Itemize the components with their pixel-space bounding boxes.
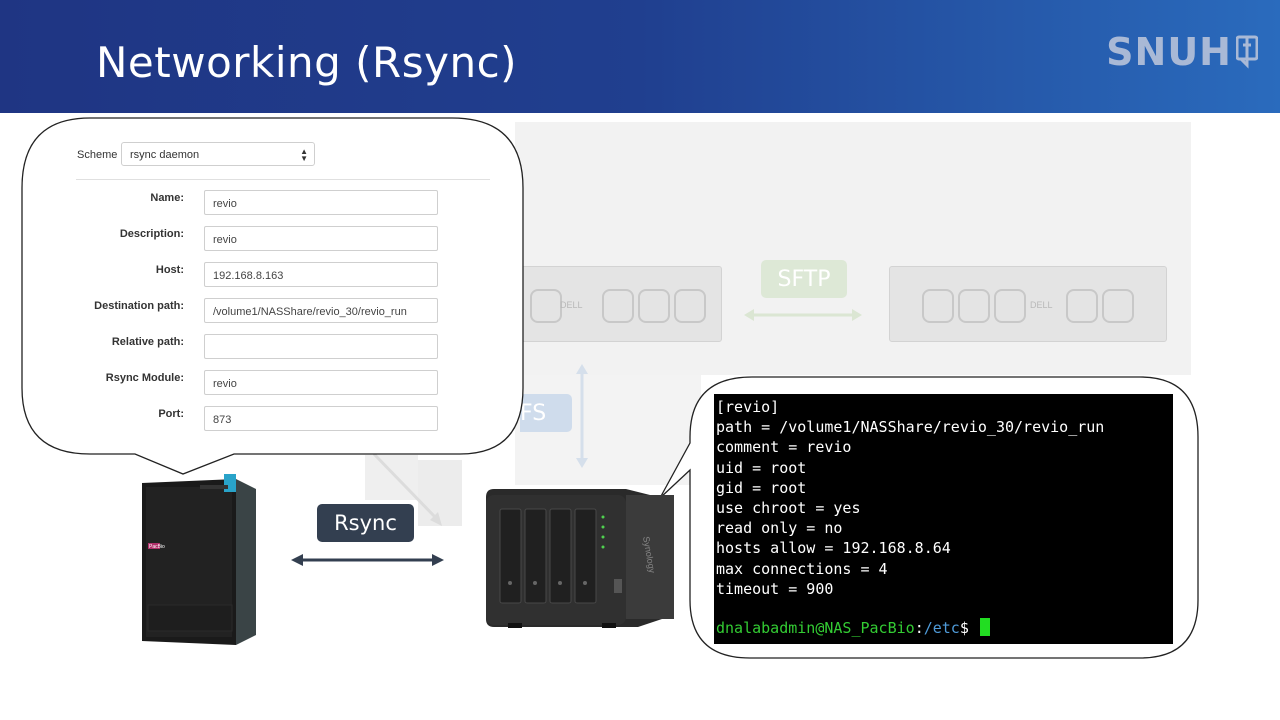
hex-vent-icon: [1102, 289, 1134, 323]
scheme-select-value: rsync daemon: [130, 149, 200, 161]
form-divider: [76, 179, 490, 180]
rsync-module-label: Rsync Module:: [105, 372, 184, 384]
snuh-logo: SNUH: [1106, 30, 1258, 74]
prompt-user: dnalabadmin@NAS_PacBio: [716, 619, 915, 637]
faded-server-right: DELL: [889, 266, 1167, 342]
destination-path-input[interactable]: /volume1/NASShare/revio_30/revio_run: [204, 298, 438, 323]
description-label: Description:: [119, 228, 184, 240]
server-brand-label: DELL: [560, 300, 583, 310]
select-caret-icon: ▲ ▼: [300, 147, 308, 163]
prompt-colon: :: [914, 619, 924, 637]
scheme-label: Scheme: [77, 149, 118, 161]
port-input[interactable]: 873: [204, 406, 438, 431]
hex-vent-icon: [674, 289, 706, 323]
port-label: Port:: [158, 408, 184, 420]
hex-vent-icon: [994, 289, 1026, 323]
faded-server-left: DELL: [515, 266, 722, 342]
rsync-module-input[interactable]: revio: [204, 370, 438, 395]
hex-vent-icon: [1066, 289, 1098, 323]
terminal-line: timeout = 900: [716, 579, 834, 598]
sftp-label: SFTP: [761, 260, 847, 298]
name-label: Name:: [150, 192, 184, 204]
pacbio-sequencer-image: PacBio: [142, 474, 256, 645]
terminal-cursor: [979, 618, 990, 636]
terminal-line: path = /volume1/NASShare/revio_30/revio_…: [716, 418, 1105, 437]
description-input[interactable]: revio: [204, 226, 438, 251]
rsync-label: Rsync: [317, 504, 414, 542]
synology-nas-image: Synology: [486, 489, 674, 628]
sequencer-brand-label: PacBio: [149, 544, 165, 550]
slide-title: Networking (Rsync): [96, 38, 518, 87]
hex-vent-icon: [530, 289, 562, 323]
prompt-path: /etc: [923, 619, 960, 637]
terminal-line: use chroot = yes: [716, 498, 861, 517]
relative-path-label: Relative path:: [111, 336, 184, 348]
host-input[interactable]: 192.168.8.163: [204, 262, 438, 287]
logo-text: SNUH: [1106, 30, 1232, 74]
terminal-line: read only = no: [716, 519, 843, 538]
terminal-line: uid = root: [716, 458, 807, 477]
destination-path-label: Destination path:: [94, 300, 184, 312]
fs-label: FS: [520, 394, 572, 432]
hex-vent-icon: [638, 289, 670, 323]
sftp-double-arrow-icon: [744, 309, 862, 321]
hex-vent-icon: [602, 289, 634, 323]
terminal-line: comment = revio: [716, 438, 852, 457]
hex-vent-icon: [922, 289, 954, 323]
terminal-prompt: dnalabadmin@NAS_PacBio:/etc$: [716, 618, 990, 638]
terminal-line: max connections = 4: [716, 559, 888, 578]
rsync-double-arrow-icon: [291, 554, 444, 566]
server-brand-label: DELL: [1030, 300, 1053, 310]
terminal-line: [revio]: [716, 398, 780, 416]
prompt-symbol: $: [959, 619, 969, 637]
vertical-double-arrow-icon: [576, 364, 588, 468]
scheme-select[interactable]: rsync daemon ▲ ▼: [121, 142, 315, 166]
name-input[interactable]: revio: [204, 190, 438, 215]
hex-vent-icon: [958, 289, 990, 323]
terminal-window[interactable]: [revio] path = /volume1/NASShare/revio_3…: [714, 394, 1173, 644]
host-label: Host:: [155, 264, 184, 276]
terminal-line: hosts allow = 192.168.8.64: [716, 539, 951, 558]
relative-path-input[interactable]: [204, 334, 438, 359]
terminal-line: gid = root: [716, 478, 807, 497]
slide-header: Networking (Rsync) SNUH: [0, 0, 1280, 113]
logo-mark-icon: [1236, 35, 1258, 69]
